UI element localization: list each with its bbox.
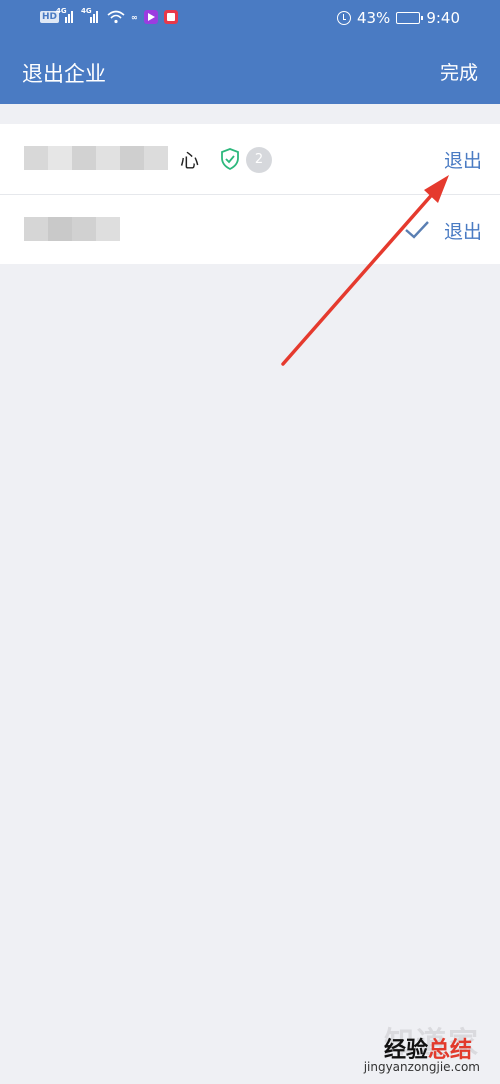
cell-signal-icon: 4G bbox=[56, 7, 76, 23]
watermark-url: jingyanzongjie.com bbox=[363, 1060, 480, 1074]
company-name-suffix: 心 bbox=[180, 150, 200, 172]
current-company-check-icon bbox=[405, 221, 429, 239]
watermark: 知道家 经验总结 jingyanzongjie.com bbox=[364, 1018, 480, 1074]
clock: 9:40 bbox=[426, 9, 460, 27]
status-bar: HD 4G 4G ∞ 43% 9:40 bbox=[0, 0, 500, 38]
member-count-badge: 2 bbox=[246, 147, 272, 173]
battery-percent: 43% bbox=[356, 9, 391, 27]
cell-signal-icon-2: 4G bbox=[81, 7, 101, 23]
company-row: 退出 bbox=[0, 194, 500, 264]
wifi-icon bbox=[107, 10, 125, 24]
alarm-icon bbox=[336, 11, 351, 25]
company-row: 心 2 退出 bbox=[0, 124, 500, 194]
speed-indicator: ∞ bbox=[131, 12, 138, 22]
header: 退出企业 完成 bbox=[0, 38, 500, 104]
battery-icon bbox=[396, 12, 424, 24]
status-right: 43% 9:40 bbox=[336, 9, 460, 27]
company-list: 心 2 退出 退出 bbox=[0, 124, 500, 264]
exit-button[interactable]: 退出 bbox=[444, 217, 482, 244]
exit-button[interactable]: 退出 bbox=[444, 146, 482, 173]
done-button[interactable]: 完成 bbox=[440, 58, 478, 85]
reader-app-icon bbox=[163, 10, 178, 24]
page-title: 退出企业 bbox=[22, 62, 106, 86]
status-left: HD 4G 4G ∞ bbox=[40, 7, 178, 24]
video-app-icon bbox=[143, 10, 158, 24]
redacted-company-name bbox=[24, 217, 120, 241]
verified-shield-icon bbox=[221, 148, 239, 170]
redacted-company-name bbox=[24, 146, 168, 170]
